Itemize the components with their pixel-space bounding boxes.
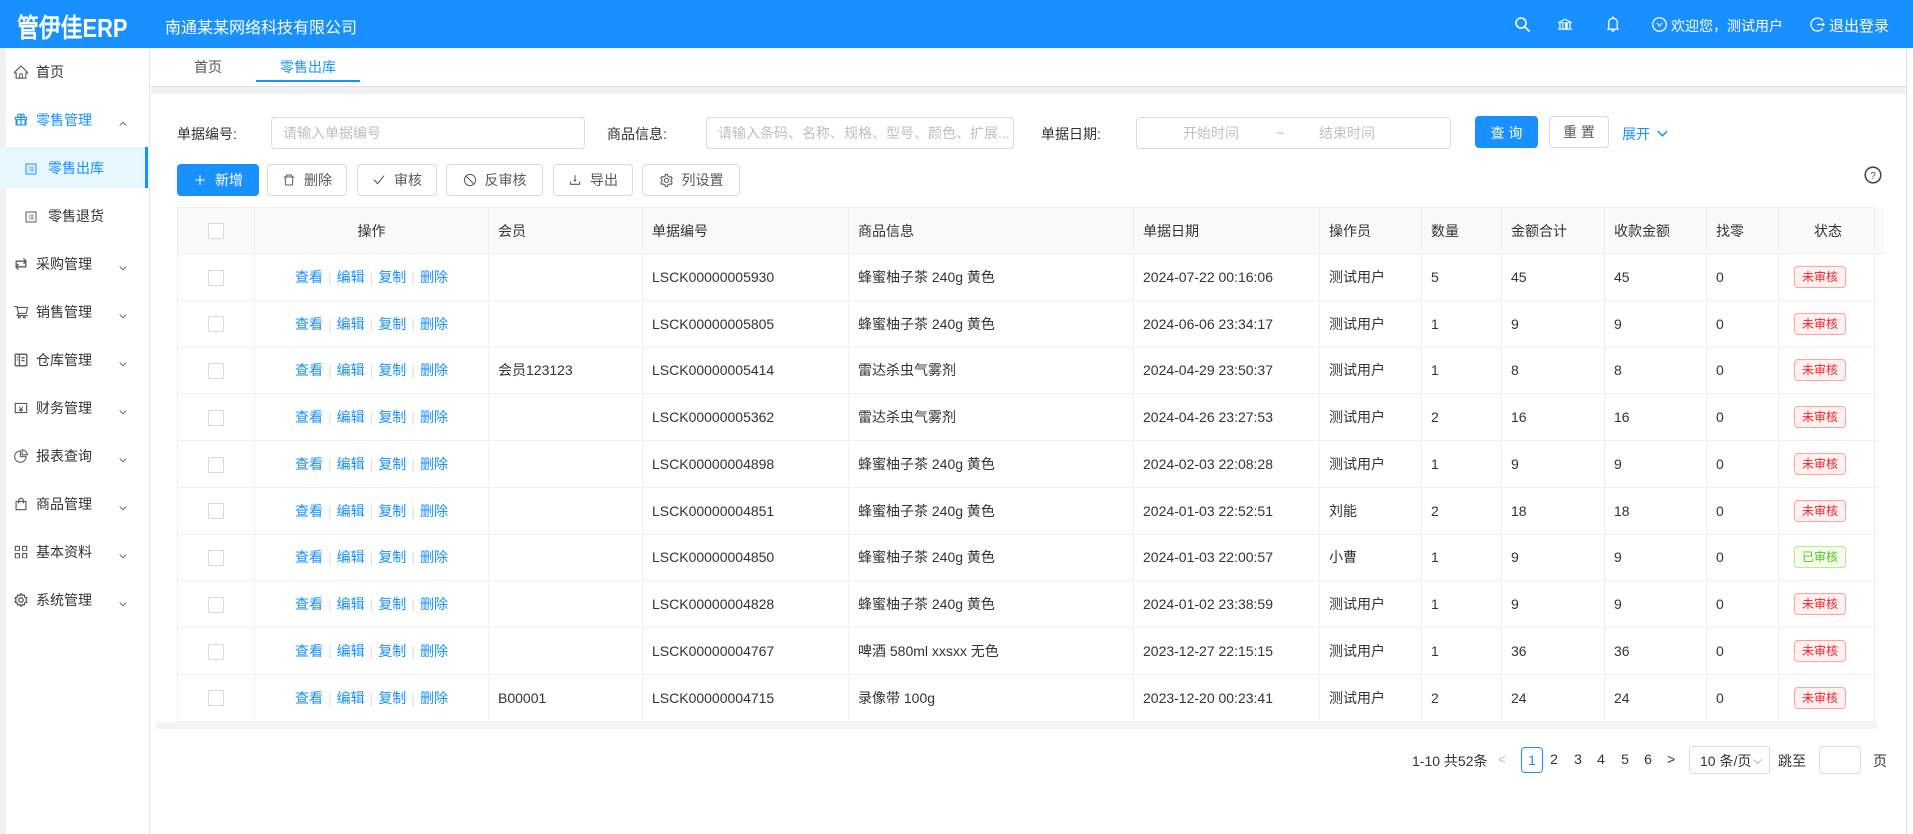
svg-text:?: ?	[1870, 171, 1876, 182]
